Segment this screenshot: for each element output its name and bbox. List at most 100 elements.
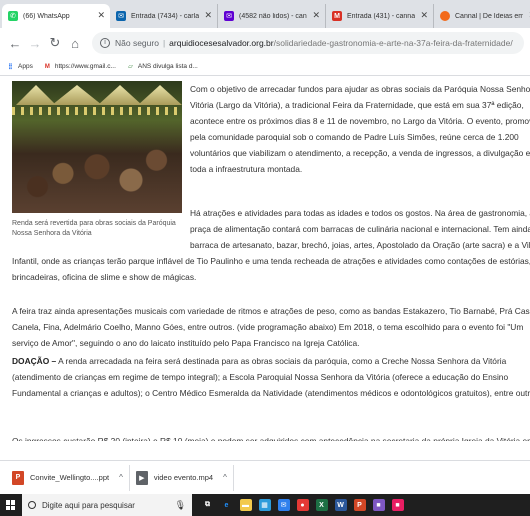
photo-tent (98, 85, 142, 105)
task-view-icon: ⧉ (205, 501, 210, 508)
text-line: serviço de Amor", seguindo o ano do laic… (12, 338, 360, 348)
taskbar-app-button[interactable]: e (217, 494, 236, 516)
forward-arrow-icon: → (28, 35, 42, 51)
text-line: Com o objetivo de arrecadar fundos para … (190, 84, 530, 94)
outlook-icon: ✉ (116, 11, 126, 21)
text-line: Infantil, onde as crianças terão parque … (12, 256, 530, 266)
apps-grid-icon: ⣿ (8, 64, 13, 70)
taskbar-apps: ⧉ e ▬ ▦ ✉ ● X W P ■ ■ (198, 494, 407, 516)
word-icon: W (334, 499, 347, 511)
close-tab-icon[interactable]: ✕ (97, 10, 105, 21)
home-button[interactable]: ⌂ (66, 33, 84, 53)
taskbar-app-button[interactable]: ■ (369, 494, 388, 516)
video-file-icon: ▶ (135, 470, 148, 485)
article-photo (12, 81, 182, 213)
text-line: (atendimento de crianças em regime de te… (12, 372, 509, 382)
address-path: /solidariedade-gastronomia-e-arte-na-37a… (273, 38, 513, 48)
reload-button[interactable]: ↻ (46, 33, 64, 53)
app-icon: ■ (372, 499, 385, 511)
browser-tab[interactable]: ✆ (66) WhatsApp ✕ (2, 4, 110, 28)
close-tab-icon[interactable]: ✕ (312, 10, 320, 21)
taskbar-app-button[interactable]: ● (293, 494, 312, 516)
tab-strip: ✆ (66) WhatsApp ✕ ✉ Entrada (7434) - carlafe… (0, 0, 530, 28)
reload-icon: ↻ (49, 35, 61, 50)
paragraph-donation: DOAÇÃO – A renda arrecadada na feira ser… (12, 353, 530, 401)
ans-icon: ▱ (128, 64, 133, 70)
text-line: Há atrações e atividades para todas as i… (190, 208, 530, 218)
gmail-icon: M (332, 11, 342, 21)
text-line: acontece entre os próximos dias 8 e 11 d… (190, 116, 530, 126)
taskbar-app-button[interactable]: ▬ (236, 494, 255, 516)
browser-toolbar: ← → ↻ ⌂ i Não seguro | arquidiocesesalva… (0, 28, 530, 58)
app-icon: ■ (391, 499, 404, 511)
photo-caption: Renda será revertida para obras sociais … (12, 219, 182, 239)
download-filename: Convite_Wellingto....ppt (30, 473, 110, 482)
download-shelf: P Convite_Wellingto....ppt ^ ▶ video eve… (0, 460, 530, 494)
photo-tent (138, 85, 182, 105)
back-arrow-icon: ← (8, 35, 22, 51)
browser-tab[interactable]: Cannal | De Ideias em C✕ (434, 4, 530, 28)
paragraph-music: A feira traz ainda apresentações musicai… (12, 303, 530, 351)
chevron-up-icon[interactable]: ^ (223, 473, 227, 482)
caption-line: Renda será revertida para obras sociais … (12, 220, 176, 227)
microphone-icon[interactable]: 🎙 (175, 500, 186, 511)
taskbar-app-button[interactable]: X (312, 494, 331, 516)
tab-title: Entrada (7434) - carlafer (131, 12, 199, 20)
bookmark-apps[interactable]: ⣿ Apps (6, 62, 33, 71)
download-item-video[interactable]: ▶ video evento.mp4 ^ (130, 464, 234, 491)
powerpoint-icon: P (353, 499, 366, 511)
text-line: voluntários que viabilizam o atendimento… (190, 148, 530, 158)
taskbar-app-button[interactable]: W (331, 494, 350, 516)
whatsapp-icon: ✆ (8, 11, 18, 21)
photo-tent (16, 85, 56, 105)
download-filename: video evento.mp4 (153, 473, 214, 482)
text-line: Canela, Fina, Adelmário Coelho, Manno Gó… (12, 322, 524, 332)
taskbar-app-button[interactable]: ▦ (255, 494, 274, 516)
bookmark-label: ANS divulga lista d... (137, 63, 198, 70)
taskbar-app-button[interactable]: ✉ (274, 494, 293, 516)
browser-tab[interactable]: M Entrada (431) - cannaldei ✕ (326, 4, 434, 28)
tab-title: Entrada (431) - cannaldei (347, 12, 415, 20)
windows-taskbar: Digite aqui para pesquisar 🎙 ⧉ e ▬ ▦ ✉ ● X W P ■ ■ (0, 494, 530, 516)
browser-tab[interactable]: ✉ Entrada (7434) - carlafer ✕ (110, 4, 218, 28)
info-icon[interactable]: i (100, 38, 110, 48)
caption-line: Nossa Senhora da Vitória (12, 230, 92, 237)
browser-tab[interactable]: ✉ (4582 não lidos) - cannal ✕ (218, 4, 326, 28)
forward-button[interactable]: → (26, 33, 44, 53)
text-line: Os ingressos custarão R$ 20 (inteira) e … (12, 436, 530, 441)
close-tab-icon[interactable]: ✕ (204, 10, 212, 21)
taskbar-app-button[interactable]: P (350, 494, 369, 516)
cannal-icon (440, 11, 450, 21)
chevron-up-icon[interactable]: ^ (119, 473, 123, 482)
bookmark-label: https://www.gmail.c... (54, 63, 116, 70)
address-bar[interactable]: i Não seguro | arquidiocesesalvador.org.… (92, 32, 524, 54)
page-content[interactable]: Renda será revertida para obras sociais … (0, 77, 530, 494)
yahoo-mail-icon: ✉ (224, 11, 234, 21)
gmail-icon: M (44, 63, 50, 70)
start-button[interactable] (0, 494, 22, 516)
bookmarks-bar: ⣿ Apps M https://www.gmail.c... ▱ ANS di… (0, 58, 530, 76)
photo-tent (52, 85, 102, 105)
text-line: Vitória (Largo da Vitória), a tradiciona… (190, 100, 524, 110)
excel-icon: X (315, 499, 328, 511)
tab-title: (66) WhatsApp (23, 12, 70, 20)
text-fragment: A renda arrecadada na feira será destina… (56, 356, 507, 366)
back-button[interactable]: ← (6, 33, 24, 53)
bookmark-ans[interactable]: ▱ ANS divulga lista d... (126, 62, 198, 71)
taskbar-search[interactable]: Digite aqui para pesquisar 🎙 (22, 494, 192, 516)
text-line: Fundamental a crianças e adultos); o Cen… (12, 388, 530, 398)
security-label: Não seguro (115, 38, 159, 48)
address-domain: arquidiocesesalvador.org.br (169, 38, 274, 48)
bookmark-gmail[interactable]: M https://www.gmail.c... (43, 62, 116, 71)
file-explorer-icon: ▬ (239, 499, 252, 511)
address-separator: | (162, 38, 166, 48)
text-line: praça de alimentação contará com barraca… (190, 224, 530, 234)
close-tab-icon[interactable]: ✕ (420, 10, 428, 21)
home-icon: ⌂ (71, 35, 79, 51)
download-item-ppt[interactable]: P Convite_Wellingto....ppt ^ (6, 464, 130, 491)
taskbar-app-button[interactable]: ■ (388, 494, 407, 516)
chrome-icon: ● (296, 499, 309, 511)
cortana-icon (28, 501, 36, 509)
taskbar-app-button[interactable]: ⧉ (198, 494, 217, 516)
paragraph-attractions-cont: Infantil, onde as crianças terão parque … (12, 253, 530, 285)
